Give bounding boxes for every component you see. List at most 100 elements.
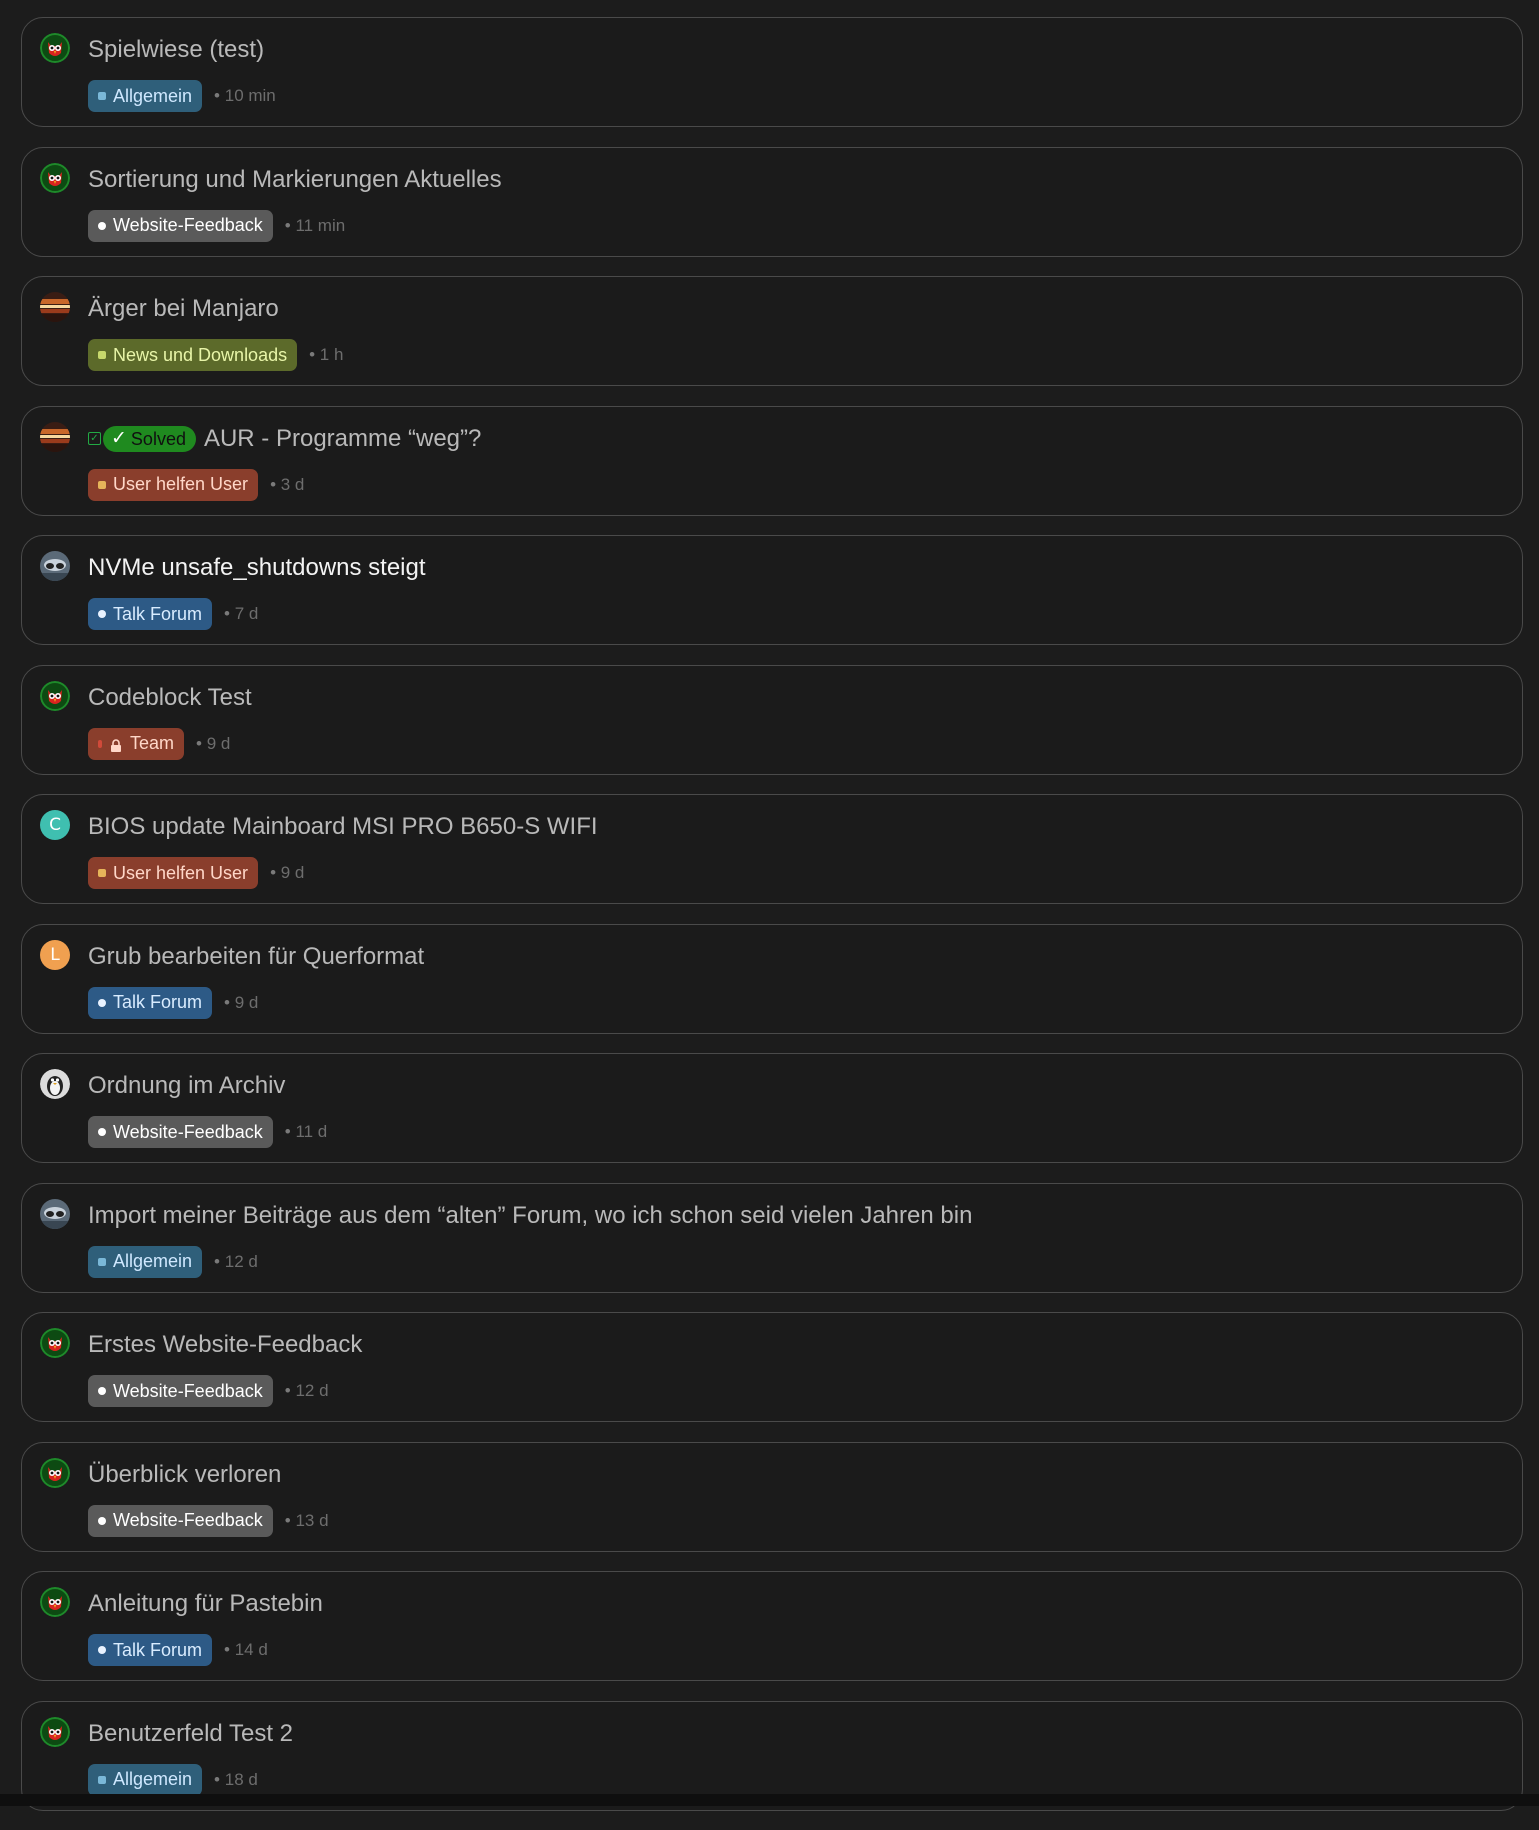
checkbox-icon: ✓ [88,432,101,445]
tux-avatar[interactable] [40,1069,70,1099]
topic-row[interactable]: L ✓ ✓ Grub bearbeiten für Querformat Tal… [21,923,1523,1034]
category-label: Allgemein [113,85,193,106]
topic-title[interactable]: AUR - Programme “weg”? [204,424,481,454]
topic-meta: Website-Feedback 11 min [88,209,345,242]
owl-avatar[interactable] [40,1716,70,1747]
topic-row[interactable]: ✓ ✓ Ärger bei Manjaro News und Downloads… [21,276,1523,386]
topic-meta: Website-Feedback 12 d [88,1375,329,1407]
category-label: Website-Feedback [113,215,263,235]
category-badge[interactable]: Website-Feedback [88,1504,273,1537]
topic-meta: Talk Forum 14 d [88,1634,268,1666]
topic-row[interactable]: ✓ ✓ Erstes Website-Feedback Website-Feed… [21,1312,1523,1422]
topic-title-row: ✓ ✓ BIOS update Mainboard MSI PRO B650-S… [88,812,1502,842]
topic-title[interactable]: Spielwiese (test) [88,35,264,65]
topic-title[interactable]: Grub bearbeiten für Querformat [88,942,424,972]
category-badge[interactable]: Allgemein [88,1763,203,1796]
topic-title[interactable]: Codeblock Test [88,683,252,713]
owl-avatar[interactable] [40,33,70,63]
topic-age: 9 d [196,734,231,754]
topic-title-row: ✓ ✓ Benutzerfeld Test 2 [88,1719,1502,1749]
topic-age: 13 d [285,1511,328,1531]
category-badge[interactable]: User helfen User [88,468,259,501]
category-badge[interactable]: Website-Feedback [88,1375,273,1407]
topic-age: 18 d [214,1770,258,1790]
topic-row[interactable]: ✓ ✓ Spielwiese (test) Allgemein 10 min [21,17,1523,127]
category-badge[interactable]: Website-Feedback [88,1116,273,1148]
owl-avatar[interactable] [40,162,70,193]
topic-title-row: ✓ ✓ Überblick verloren [88,1460,1502,1490]
category-label: News und Downloads [113,344,288,365]
category-badge[interactable]: Allgemein [88,80,203,112]
topic-meta: Website-Feedback 11 d [88,1116,327,1148]
avatar-letter: L [50,944,60,965]
owl-avatar[interactable] [40,1457,70,1488]
category-icon [98,739,102,748]
topic-row[interactable]: C ✓ ✓ BIOS update Mainboard MSI PRO B650… [21,794,1523,904]
topic-title[interactable]: Überblick verloren [88,1460,281,1490]
category-label: Website-Feedback [113,1510,263,1530]
sunset-avatar[interactable] [40,292,70,322]
category-label: Talk Forum [113,603,203,624]
topic-title[interactable]: Ärger bei Manjaro [88,294,279,324]
solved-indicator: ✓ ✓ Solved [88,425,196,452]
topic-row[interactable]: ✓ ✓ NVMe unsafe_shutdowns steigt Talk Fo… [21,535,1523,645]
topic-meta: Talk Forum 7 d [88,598,258,630]
topic-meta: Allgemein 12 d [88,1245,258,1278]
category-badge[interactable]: Website-Feedback [88,209,273,242]
topic-row[interactable]: ✓ ✓ Ordnung im Archiv Website-Feedback 1… [21,1053,1523,1163]
category-icon [98,1128,106,1136]
topic-row[interactable]: ✓ ✓ Codeblock Test Team 9 d [21,664,1523,775]
category-label: Team [130,733,175,753]
topic-title[interactable]: Sortierung und Markierungen Aktuelles [88,165,502,195]
topic-title[interactable]: Import meiner Beiträge aus dem “alten” F… [88,1201,972,1231]
category-icon [98,221,106,230]
topic-row[interactable]: ✓ ✓ Überblick verloren Website-Feedback … [21,1441,1523,1552]
solved-badge[interactable]: ✓ Solved [103,425,196,452]
topic-title[interactable]: Anleitung für Pastebin [88,1589,323,1619]
owl-avatar[interactable] [40,680,70,711]
topic-age: 7 d [224,604,259,624]
category-badge[interactable]: Talk Forum [88,986,213,1019]
topic-title[interactable]: NVMe unsafe_shutdowns steigt [88,553,426,583]
topic-age: 10 min [214,86,276,106]
category-label: Talk Forum [113,992,203,1012]
category-icon [98,351,106,359]
topic-meta: Allgemein 18 d [88,1763,258,1796]
checkmark-icon: ✓ [111,427,127,449]
category-label: User helfen User [113,862,249,883]
category-badge[interactable]: Talk Forum [88,598,213,630]
sunset-avatar[interactable] [40,421,70,452]
topic-meta: Team 9 d [88,727,231,760]
category-label: Website-Feedback [113,1380,263,1401]
category-badge[interactable]: Allgemein [88,1245,203,1278]
topic-row[interactable]: ✓ ✓ Sortierung und Markierungen Aktuelle… [21,146,1523,257]
owl-avatar[interactable] [40,1587,70,1617]
photo-avatar[interactable] [40,551,70,581]
category-icon [98,869,106,877]
category-label: Website-Feedback [113,1121,263,1142]
letter-avatar[interactable]: C [40,810,70,840]
topic-title[interactable]: Erstes Website-Feedback [88,1330,362,1360]
topic-title[interactable]: BIOS update Mainboard MSI PRO B650-S WIF… [88,812,598,842]
category-icon [98,1646,106,1654]
bottom-bar [0,1794,1539,1806]
category-icon [98,1516,106,1525]
avatar-letter: C [49,815,61,835]
letter-avatar[interactable]: L [40,939,70,970]
topic-title[interactable]: Ordnung im Archiv [88,1071,285,1101]
topic-meta: Talk Forum 9 d [88,986,258,1019]
solved-label: Solved [130,428,186,449]
owl-avatar[interactable] [40,1328,70,1358]
topic-title-row: ✓ ✓ Spielwiese (test) [88,35,1502,65]
topic-title-row: ✓ ✓ Anleitung für Pastebin [88,1589,1502,1619]
topic-row[interactable]: ✓ ✓ Anleitung für Pastebin Talk Forum 14… [21,1571,1523,1681]
category-badge[interactable]: News und Downloads [88,339,298,371]
photo-avatar[interactable] [40,1198,70,1229]
topic-row[interactable]: ✓ ✓ Import meiner Beiträge aus dem “alte… [21,1182,1523,1293]
category-icon [98,480,106,489]
category-badge[interactable]: User helfen User [88,857,259,889]
topic-row[interactable]: ✓ ✓ Solved AUR - Programme “weg”? User he… [21,405,1523,516]
topic-title[interactable]: Benutzerfeld Test 2 [88,1719,293,1749]
category-badge[interactable]: Talk Forum [88,1634,213,1666]
category-badge[interactable]: Team [88,727,185,760]
